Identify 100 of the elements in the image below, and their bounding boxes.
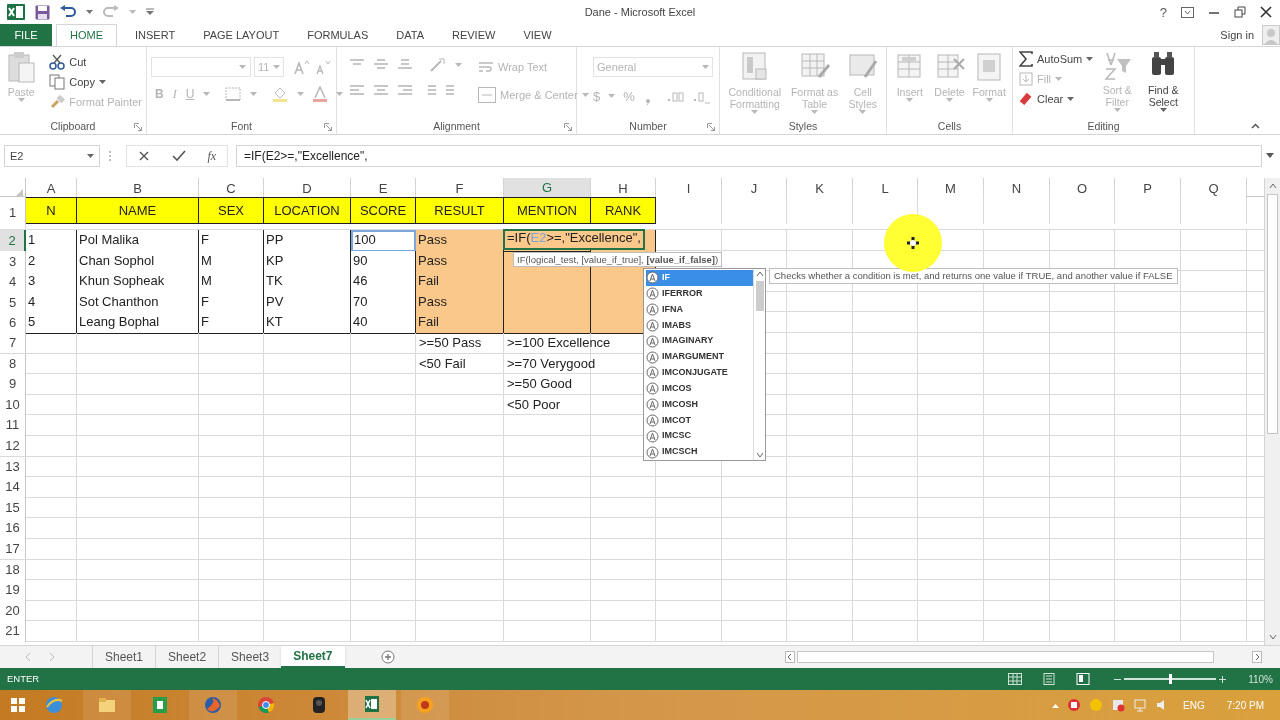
page-layout-view-icon[interactable] xyxy=(1042,673,1057,685)
row-header[interactable]: 8 xyxy=(0,353,26,375)
dialog-launcher-icon[interactable] xyxy=(324,123,332,131)
help-button[interactable]: ? xyxy=(1159,5,1167,19)
account-avatar-icon[interactable] xyxy=(1262,25,1280,45)
vertical-scrollbar[interactable] xyxy=(1264,178,1280,645)
ribbon-tab[interactable]: VIEW xyxy=(509,24,566,46)
column-header[interactable]: N xyxy=(984,178,1050,200)
save-icon[interactable] xyxy=(35,4,50,20)
row-header[interactable]: 15 xyxy=(0,497,26,519)
start-icon[interactable] xyxy=(11,698,25,712)
function-list-item[interactable]: IMCSCH xyxy=(646,444,753,460)
column-header[interactable]: L xyxy=(853,178,918,200)
row-header[interactable]: 16 xyxy=(0,518,26,539)
font-name-field[interactable] xyxy=(151,57,251,77)
page-break-view-icon[interactable] xyxy=(1076,673,1091,685)
function-list-item[interactable]: IFNA xyxy=(646,301,753,318)
borders-icon[interactable] xyxy=(225,87,242,101)
column-header[interactable]: M xyxy=(918,178,984,200)
select-all-icon[interactable] xyxy=(14,188,23,198)
row-header[interactable]: 11 xyxy=(0,415,26,436)
row-header[interactable]: 18 xyxy=(0,559,26,580)
scroll-down-icon[interactable] xyxy=(755,450,764,460)
column-header[interactable]: E xyxy=(351,178,416,200)
row-header[interactable]: 13 xyxy=(0,456,26,478)
spreadsheet-app-icon[interactable] xyxy=(150,695,170,715)
function-list-item[interactable]: IMABS xyxy=(646,317,753,334)
ribbon-tab[interactable]: DATA xyxy=(382,24,438,46)
column-header[interactable]: J xyxy=(722,178,787,200)
function-list-item[interactable]: IMARGUMENT xyxy=(646,349,753,365)
zoom-level[interactable]: 110% xyxy=(1248,671,1273,687)
horizontal-scrollbar[interactable] xyxy=(785,649,1262,665)
function-list-item[interactable]: IMCONJUGATE xyxy=(646,364,753,381)
function-list-item[interactable]: IMCOT xyxy=(646,412,753,429)
chrome-icon[interactable] xyxy=(256,695,276,715)
column-header[interactable]: C xyxy=(199,178,264,200)
row-header[interactable]: 9 xyxy=(0,374,26,395)
restore-icon[interactable] xyxy=(1234,6,1246,18)
list-scrollbar[interactable] xyxy=(753,269,765,460)
dialog-launcher-icon[interactable] xyxy=(134,123,142,131)
cut-button[interactable]: Cut xyxy=(49,52,142,72)
sign-in-link[interactable]: Sign in xyxy=(1220,26,1254,44)
scroll-thumb[interactable] xyxy=(1267,194,1278,434)
row-header[interactable]: 3 xyxy=(0,250,26,273)
ribbon-tab[interactable]: REVIEW xyxy=(438,24,510,46)
function-list-item[interactable]: IMAGINARY xyxy=(646,333,753,350)
function-list-item[interactable]: IFERROR xyxy=(646,285,753,302)
autosum-button[interactable]: AutoSum xyxy=(1019,49,1094,69)
shrink-font-icon[interactable] xyxy=(314,59,332,75)
excel-logo-icon[interactable] xyxy=(7,4,25,20)
zoom-in-icon[interactable] xyxy=(1219,675,1227,683)
sheet-tab[interactable]: Sheet7 xyxy=(281,646,345,668)
row-header[interactable]: 6 xyxy=(0,312,26,334)
ribbon-tab[interactable]: INSERT xyxy=(121,24,190,46)
show-hidden-icons-icon[interactable] xyxy=(1052,702,1060,708)
ribbon-tab[interactable]: FILE xyxy=(0,24,52,46)
insert-function-button[interactable]: fx xyxy=(207,147,217,165)
undo-icon[interactable] xyxy=(60,5,76,19)
function-list-item[interactable]: IMCOSH xyxy=(646,396,753,413)
cell-editor[interactable]: =IF(E2>=,"Excellence", xyxy=(503,229,645,250)
column-header[interactable]: G xyxy=(504,178,591,200)
row-header[interactable]: 20 xyxy=(0,600,26,622)
row-header[interactable]: 5 xyxy=(0,291,26,314)
scroll-left-icon[interactable] xyxy=(785,651,795,663)
name-box[interactable]: E2 xyxy=(4,145,100,167)
tray-app-icon[interactable] xyxy=(1067,698,1082,712)
ribbon-display-options-icon[interactable] xyxy=(1181,6,1194,18)
network-icon[interactable] xyxy=(1133,698,1148,712)
column-header[interactable]: F xyxy=(416,178,504,200)
enter-check-icon[interactable] xyxy=(171,150,186,162)
column-header[interactable]: B xyxy=(77,178,199,200)
row-header[interactable]: 14 xyxy=(0,477,26,498)
close-icon[interactable] xyxy=(1260,6,1272,18)
scroll-up-icon[interactable] xyxy=(755,269,764,279)
grow-font-icon[interactable] xyxy=(293,59,311,75)
column-header[interactable]: O xyxy=(1050,178,1115,200)
normal-view-icon[interactable] xyxy=(1008,673,1023,685)
cancel-icon[interactable] xyxy=(137,150,150,162)
column-header[interactable]: A xyxy=(26,178,77,200)
row-header[interactable]: 19 xyxy=(0,580,26,601)
row-header[interactable]: 2 xyxy=(0,230,26,252)
expand-formula-bar-icon[interactable] xyxy=(1266,153,1274,159)
dialog-launcher-icon[interactable] xyxy=(564,123,572,131)
new-sheet-icon[interactable] xyxy=(380,650,395,664)
excel-app-icon[interactable] xyxy=(362,694,382,714)
folder-icon[interactable] xyxy=(97,695,117,715)
column-header[interactable]: Q xyxy=(1181,178,1247,200)
zoom-slider-thumb[interactable] xyxy=(1168,674,1172,684)
clear-button[interactable]: Clear xyxy=(1019,89,1094,109)
fill-color-icon[interactable] xyxy=(272,86,289,102)
browser-icon[interactable] xyxy=(44,695,64,715)
row-header[interactable]: 4 xyxy=(0,271,26,293)
ribbon-tab[interactable]: HOME xyxy=(56,24,117,46)
column-header[interactable]: D xyxy=(264,178,351,200)
redo-icon[interactable] xyxy=(103,5,119,19)
scroll-thumb[interactable] xyxy=(797,651,1214,663)
ribbon-tab[interactable]: PAGE LAYOUT xyxy=(189,24,294,46)
collapse-ribbon-icon[interactable] xyxy=(1251,123,1260,129)
scroll-right-icon[interactable] xyxy=(1252,651,1262,663)
column-header[interactable]: K xyxy=(787,178,853,200)
